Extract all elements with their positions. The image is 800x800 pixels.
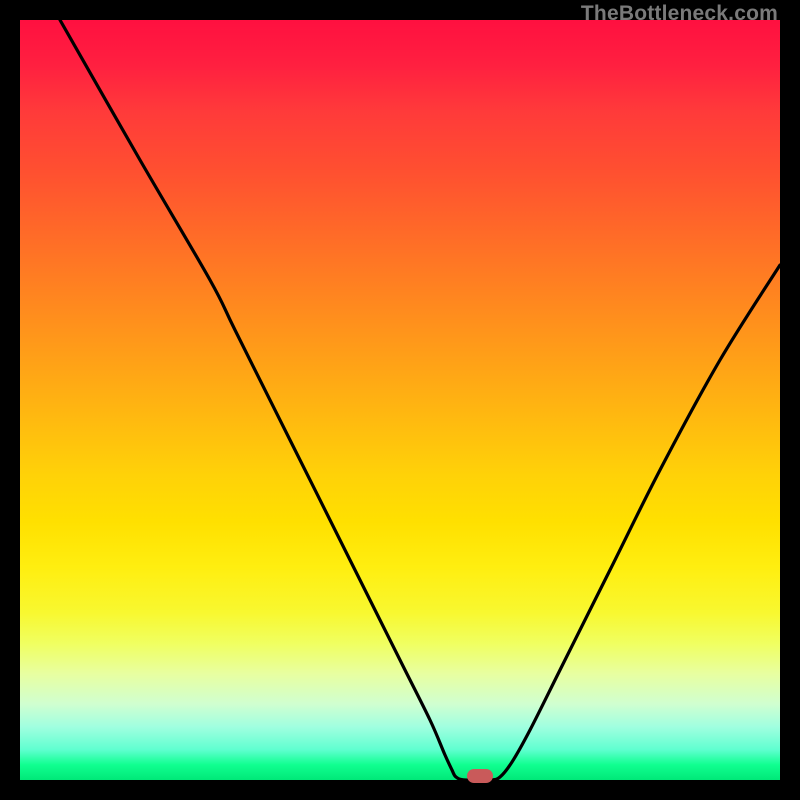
chart-container: TheBottleneck.com <box>0 0 800 800</box>
curve-svg <box>20 20 780 780</box>
min-marker <box>467 769 493 783</box>
watermark-text: TheBottleneck.com <box>581 2 778 26</box>
bottleneck-curve <box>60 20 780 780</box>
plot-area <box>20 20 780 780</box>
